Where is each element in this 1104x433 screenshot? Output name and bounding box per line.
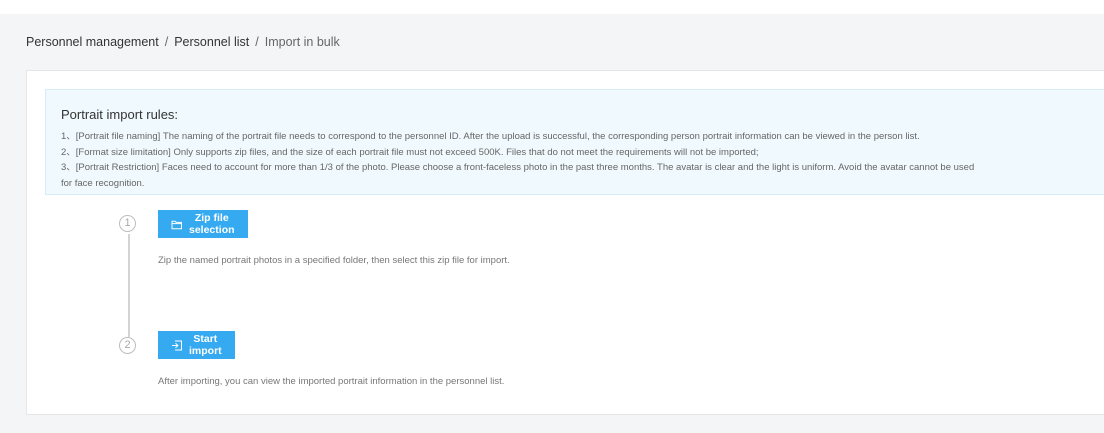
zip-file-selection-button[interactable]: Zip file selection [158, 210, 248, 238]
import-card: Portrait import rules: 1、[Portrait file … [26, 70, 1104, 415]
start-import-button[interactable]: Start import [158, 331, 235, 359]
step-2-description: After importing, you can view the import… [158, 376, 505, 387]
start-import-label: Start import [189, 333, 222, 357]
breadcrumb-personnel-list[interactable]: Personnel list [174, 35, 249, 49]
step-number-2: 2 [119, 337, 136, 354]
breadcrumb-current: Import in bulk [264, 35, 340, 49]
import-icon [171, 340, 183, 351]
breadcrumb-personnel-management[interactable]: Personnel management [26, 35, 159, 49]
step-connector-line [128, 234, 130, 337]
import-rules-panel: Portrait import rules: 1、[Portrait file … [45, 89, 1104, 195]
rules-title: Portrait import rules: [61, 107, 179, 122]
zip-file-selection-label: Zip file selection [189, 212, 235, 236]
top-bar [0, 0, 1104, 14]
rule-line: for face recognition. [61, 177, 145, 189]
step-1-description: Zip the named portrait photos in a speci… [158, 255, 510, 266]
rule-line: 3、[Portrait Restriction] Faces need to a… [61, 162, 975, 173]
rule-line: 1、[Portrait file naming] The naming of t… [61, 131, 920, 142]
breadcrumb-separator: / [164, 35, 169, 49]
breadcrumb: Personnel management / Personnel list / … [26, 35, 340, 49]
rule-line: 2、[Format size limitation] Only supports… [61, 146, 759, 158]
folder-icon [171, 219, 183, 230]
breadcrumb-separator: / [255, 35, 259, 49]
step-number-1: 1 [119, 215, 136, 232]
